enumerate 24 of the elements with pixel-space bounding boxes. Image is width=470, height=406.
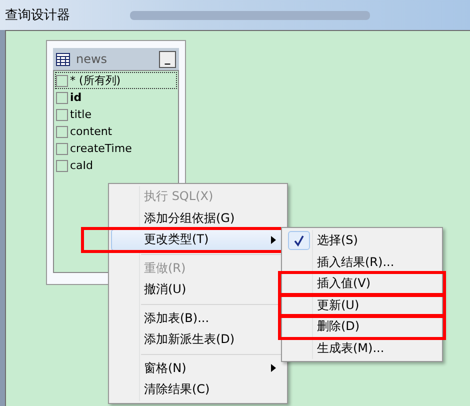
- column-checkbox[interactable]: [56, 74, 68, 86]
- column-name: content: [70, 125, 112, 138]
- menu-item[interactable]: 生成表(M)...: [284, 338, 440, 359]
- table-icon: [56, 52, 70, 66]
- column-name: caId: [70, 159, 94, 172]
- column-checkbox[interactable]: [56, 108, 68, 120]
- submenu-arrow-icon: [271, 236, 276, 244]
- table-name: news: [76, 52, 108, 66]
- column-checkbox[interactable]: [56, 142, 68, 154]
- column-name: createTime: [70, 142, 132, 155]
- submenu-arrow-icon: [271, 364, 276, 372]
- column-name: title: [70, 108, 92, 121]
- column-checkbox[interactable]: [56, 126, 68, 138]
- menu-item[interactable]: 添加分组依据(G): [111, 208, 285, 229]
- menu-item[interactable]: 清除结果(C): [111, 379, 285, 400]
- window-title: 查询设计器: [5, 7, 70, 24]
- column-name: * (所有列): [70, 73, 121, 88]
- column-checkbox[interactable]: [56, 160, 68, 172]
- column-checkbox[interactable]: [56, 92, 68, 104]
- menu-item[interactable]: 窗格(N): [111, 358, 285, 379]
- column-name: id: [70, 91, 82, 104]
- menu-item[interactable]: 选择(S): [284, 230, 440, 252]
- minimize-button[interactable]: _: [159, 50, 176, 68]
- menu-item[interactable]: 插入结果(R)...: [284, 252, 440, 273]
